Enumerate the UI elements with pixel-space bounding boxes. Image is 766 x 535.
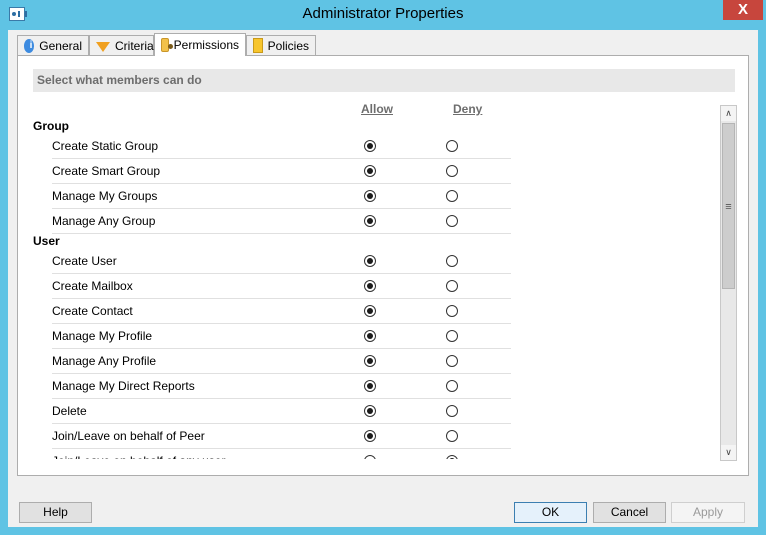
deny-radio[interactable]: [446, 405, 458, 417]
permission-row: Join/Leave on behalf of Peer: [52, 424, 511, 449]
deny-radio[interactable]: [446, 190, 458, 202]
deny-radio[interactable]: [446, 140, 458, 152]
permission-row: Manage Any Group: [52, 209, 511, 234]
tab-policies[interactable]: Policies: [246, 35, 316, 55]
allow-radio[interactable]: [364, 330, 376, 342]
allow-column-header: Allow: [361, 102, 393, 116]
allow-radio[interactable]: [364, 280, 376, 292]
deny-radio[interactable]: [446, 355, 458, 367]
permission-label: Manage Any Group: [52, 214, 156, 228]
permission-row: Manage My Direct Reports: [52, 374, 511, 399]
tab-general-label: General: [39, 38, 82, 53]
scroll-up-icon[interactable]: ∧: [721, 106, 736, 121]
permission-label: Delete: [52, 404, 87, 418]
permission-row: Create User: [52, 249, 511, 274]
permission-label: Create Static Group: [52, 139, 159, 153]
allow-radio[interactable]: [364, 430, 376, 442]
permission-label: Manage My Groups: [52, 189, 158, 203]
permission-label: Create User: [52, 254, 117, 268]
deny-radio[interactable]: [446, 455, 458, 459]
deny-radio[interactable]: [446, 215, 458, 227]
permission-row: Create Mailbox: [52, 274, 511, 299]
scroll-thumb[interactable]: ≡: [722, 123, 735, 289]
permission-label: Create Smart Group: [52, 164, 161, 178]
permissions-panel: Select what members can do Allow Deny Gr…: [17, 55, 749, 476]
funnel-icon: [96, 41, 110, 52]
allow-radio[interactable]: [364, 140, 376, 152]
deny-radio[interactable]: [446, 280, 458, 292]
tab-general[interactable]: General: [17, 35, 89, 55]
permission-row: Manage Any Profile: [52, 349, 511, 374]
allow-radio[interactable]: [364, 190, 376, 202]
permission-row: Create Smart Group: [52, 159, 511, 184]
permission-row: Manage My Profile: [52, 324, 511, 349]
deny-radio[interactable]: [446, 255, 458, 267]
deny-radio[interactable]: [446, 330, 458, 342]
permissions-icon: [161, 38, 173, 52]
properties-dialog: Administrator Properties X General Crite…: [0, 0, 766, 535]
deny-column-header: Deny: [453, 102, 483, 116]
group-heading: Group: [33, 119, 69, 133]
permission-row: Create Contact: [52, 299, 511, 324]
tab-criteria-label: Criteria: [115, 38, 154, 53]
permission-label: Manage Any Profile: [52, 354, 157, 368]
tab-permissions-label: Permissions: [173, 38, 239, 52]
permission-label: Manage My Profile: [52, 329, 153, 343]
allow-radio[interactable]: [364, 455, 376, 459]
allow-radio[interactable]: [364, 355, 376, 367]
allow-radio[interactable]: [364, 165, 376, 177]
cancel-button[interactable]: Cancel: [593, 502, 666, 523]
info-icon: [24, 38, 38, 53]
permissions-list: Group Create Static Group Create Smart Gro…: [18, 116, 718, 459]
close-button[interactable]: X: [723, 0, 763, 20]
permission-row: Join/Leave on behalf of any user: [52, 449, 511, 459]
deny-radio[interactable]: [446, 305, 458, 317]
permission-label: Manage My Direct Reports: [52, 379, 195, 393]
window-title: Administrator Properties: [302, 5, 464, 22]
ok-button[interactable]: OK: [514, 502, 587, 523]
deny-radio[interactable]: [446, 430, 458, 442]
title-bar: Administrator Properties X: [0, 0, 766, 28]
permission-label: Join/Leave on behalf of any user: [52, 454, 225, 459]
allow-radio[interactable]: [364, 215, 376, 227]
allow-radio[interactable]: [364, 405, 376, 417]
permission-row: Delete: [52, 399, 511, 424]
group-heading: User: [33, 234, 60, 248]
allow-radio[interactable]: [364, 305, 376, 317]
allow-radio[interactable]: [364, 255, 376, 267]
permission-row: Create Static Group: [52, 134, 511, 159]
help-button[interactable]: Help: [19, 502, 92, 523]
tab-policies-label: Policies: [267, 38, 309, 53]
deny-radio[interactable]: [446, 380, 458, 392]
vertical-scrollbar[interactable]: ∧ ≡ ∨: [720, 105, 737, 461]
apply-button[interactable]: Apply: [671, 502, 745, 523]
scroll-down-icon[interactable]: ∨: [721, 445, 736, 460]
permission-row: Manage My Groups: [52, 184, 511, 209]
dialog-client-area: General Criteria Permissions Policies Se…: [8, 30, 758, 527]
tab-permissions[interactable]: Permissions: [154, 33, 246, 56]
policy-icon: [253, 38, 263, 53]
section-header: Select what members can do: [33, 69, 735, 92]
permission-label: Join/Leave on behalf of Peer: [52, 429, 205, 443]
deny-radio[interactable]: [446, 165, 458, 177]
allow-radio[interactable]: [364, 380, 376, 392]
permission-label: Create Mailbox: [52, 279, 133, 293]
permission-label: Create Contact: [52, 304, 133, 318]
tab-criteria[interactable]: Criteria: [89, 35, 154, 55]
